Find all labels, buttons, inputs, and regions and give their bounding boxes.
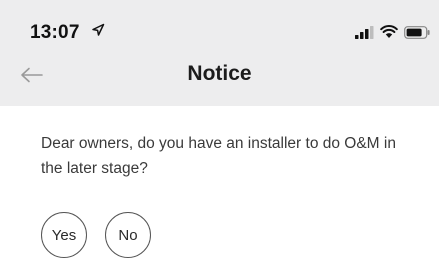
status-time: 13:07 xyxy=(30,22,80,43)
notice-question: Dear owners, do you have an installer to… xyxy=(41,135,396,177)
cellular-signal-icon xyxy=(355,26,374,39)
battery-icon xyxy=(404,26,430,39)
location-arrow-icon xyxy=(92,23,105,36)
wifi-icon xyxy=(380,25,398,38)
no-button[interactable]: No xyxy=(105,212,151,258)
page-title: Notice xyxy=(187,62,252,85)
yes-button[interactable]: Yes xyxy=(41,212,87,258)
top-bar: 13:07 Notice xyxy=(0,0,439,106)
nav-bar: Notice xyxy=(0,54,439,100)
status-bar: 13:07 xyxy=(0,0,439,48)
